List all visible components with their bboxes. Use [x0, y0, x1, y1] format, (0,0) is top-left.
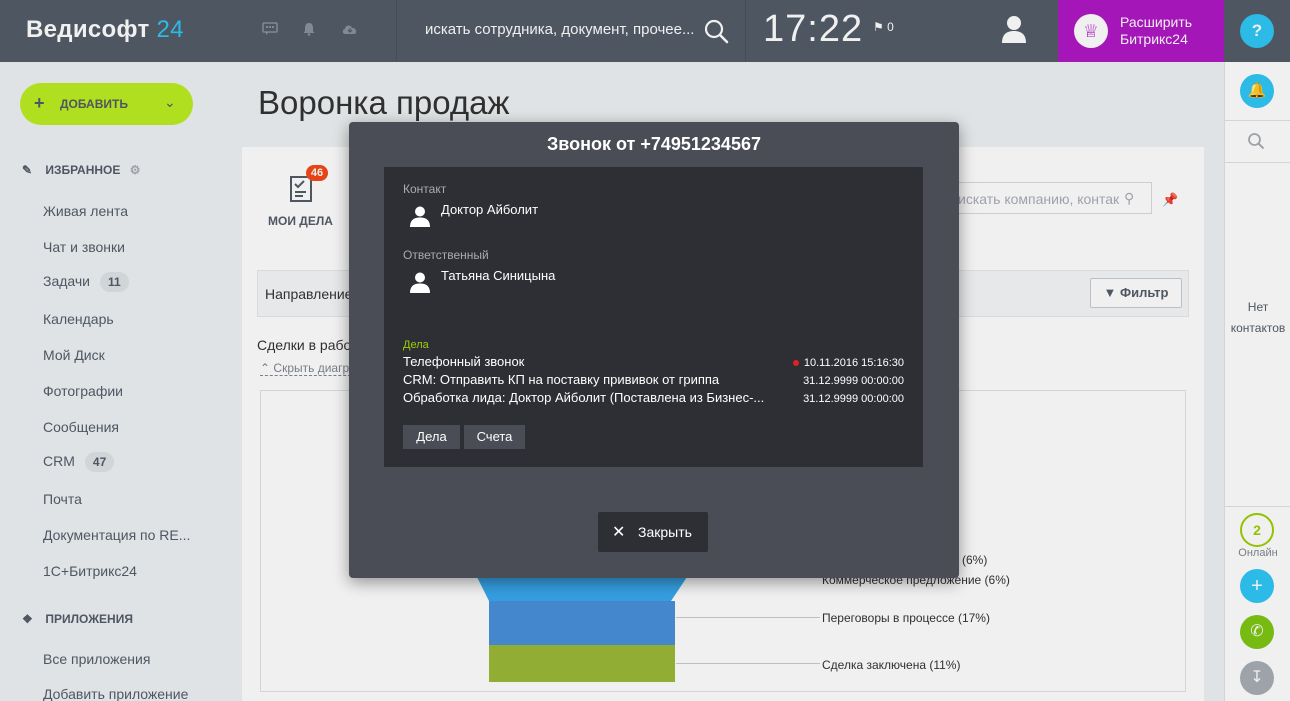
person-icon: [409, 271, 431, 293]
call-info-card: Контакт Доктор Айболит Ответственный Тат…: [384, 167, 923, 467]
contact-name[interactable]: Доктор Айболит: [441, 202, 538, 217]
incoming-call-modal: Звонок от +74951234567 Контакт Доктор Ай…: [349, 122, 959, 578]
task-date-text: 10.11.2016 15:16:30: [803, 357, 904, 369]
task-item-title[interactable]: CRM: Отправить КП на поставку прививок о…: [403, 372, 778, 387]
task-item-date: 10.11.2016 15:16:30: [792, 357, 904, 369]
task-item-date: 31.12.9999 00:00:00: [803, 393, 904, 405]
task-item-title[interactable]: Телефонный звонок: [403, 354, 778, 369]
tab-tasks[interactable]: Дела: [403, 425, 460, 449]
person-icon: [409, 205, 431, 227]
modal-title: Звонок от +74951234567: [547, 134, 761, 154]
tab-invoices[interactable]: Счета: [464, 425, 525, 449]
responsible-name[interactable]: Татьяна Синицына: [441, 268, 555, 283]
contact-label: Контакт: [403, 182, 447, 196]
task-item-title[interactable]: Обработка лида: Доктор Айболит (Поставле…: [403, 390, 778, 405]
tasks-label: Дела: [403, 339, 429, 351]
responsible-label: Ответственный: [403, 248, 489, 262]
close-icon: ✕: [612, 524, 626, 541]
close-button[interactable]: ✕ Закрыть: [598, 512, 708, 552]
close-button-label: Закрыть: [638, 524, 692, 540]
overdue-dot-icon: [792, 360, 799, 367]
task-item-date: 31.12.9999 00:00:00: [803, 375, 904, 387]
